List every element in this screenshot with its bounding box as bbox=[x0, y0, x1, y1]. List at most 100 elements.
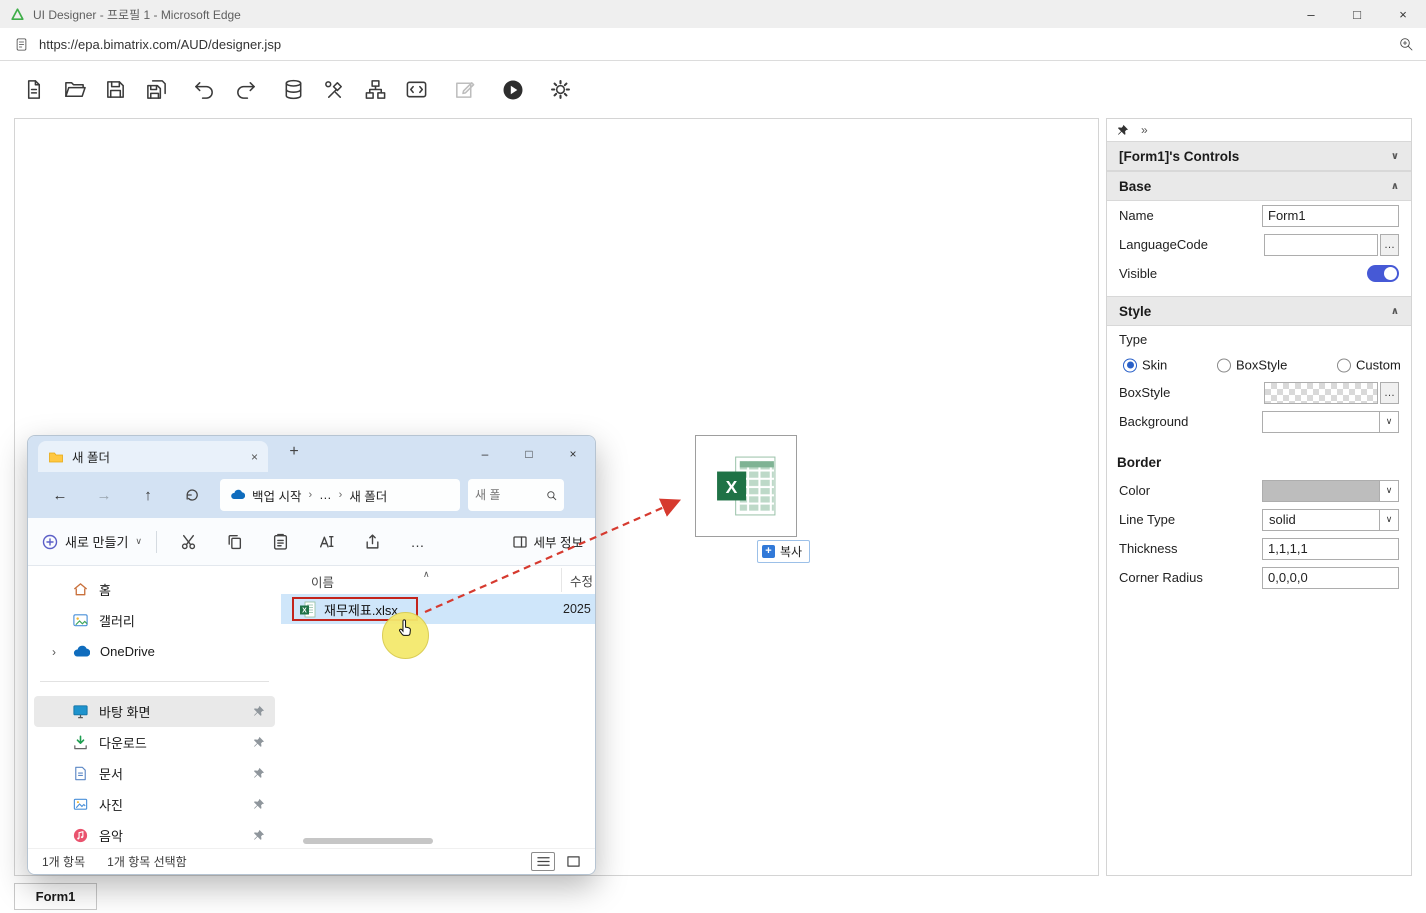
radio-custom[interactable]: Custom bbox=[1337, 358, 1401, 373]
page-info-icon[interactable] bbox=[14, 37, 29, 52]
radio-boxstyle-circle[interactable] bbox=[1217, 358, 1231, 372]
pin-icon[interactable] bbox=[252, 705, 265, 718]
name-input[interactable] bbox=[1262, 205, 1399, 227]
chevron-down-icon[interactable]: ∨ bbox=[1379, 481, 1398, 501]
collapse-panel-icon[interactable]: » bbox=[1141, 123, 1148, 137]
breadcrumb-ellipsis[interactable]: … bbox=[319, 488, 332, 502]
scrollbar-thumb[interactable] bbox=[303, 838, 433, 844]
save-icon[interactable] bbox=[102, 76, 129, 103]
url-text[interactable]: https://epa.bimatrix.com/AUD/designer.js… bbox=[39, 37, 281, 52]
column-modified[interactable]: 수정 bbox=[561, 568, 593, 592]
excel-x-glyph: X bbox=[726, 477, 738, 497]
minimize-button[interactable]: – bbox=[463, 436, 507, 472]
divider bbox=[156, 531, 157, 553]
app-logo-icon bbox=[10, 7, 25, 22]
controls-header[interactable]: [Form1]'s Controls ∨ bbox=[1107, 141, 1411, 171]
pin-icon[interactable] bbox=[252, 798, 265, 811]
radio-skin-circle[interactable] bbox=[1123, 358, 1137, 372]
minimize-button[interactable]: – bbox=[1288, 0, 1334, 28]
chevron-right-icon[interactable]: › bbox=[52, 645, 56, 659]
radio-boxstyle[interactable]: BoxStyle bbox=[1217, 358, 1287, 373]
open-folder-icon[interactable] bbox=[61, 76, 88, 103]
undo-icon[interactable] bbox=[191, 76, 218, 103]
sidebar-item-music[interactable]: 음악 bbox=[34, 820, 275, 851]
new-tab-button[interactable]: + bbox=[282, 443, 306, 461]
boxstyle-swatch[interactable] bbox=[1264, 382, 1378, 404]
boxstyle-browse-button[interactable]: … bbox=[1380, 382, 1399, 404]
details-view-icon[interactable] bbox=[531, 852, 555, 871]
zoom-icon[interactable] bbox=[1398, 36, 1414, 52]
languagecode-browse-button[interactable]: … bbox=[1380, 234, 1399, 256]
form-tab[interactable]: Form1 bbox=[14, 883, 97, 910]
chevron-down-icon[interactable]: ∨ bbox=[1379, 510, 1398, 530]
breadcrumb[interactable]: 백업 시작 › … › 새 폴더 bbox=[220, 479, 460, 511]
explorer-commandbar: 새로 만들기 ∨ … 세부 정보 bbox=[28, 518, 595, 566]
column-name[interactable]: 이름 bbox=[311, 572, 334, 591]
back-icon[interactable]: ← bbox=[38, 487, 82, 504]
breadcrumb-current[interactable]: 새 폴더 bbox=[349, 486, 387, 505]
visible-toggle[interactable] bbox=[1367, 265, 1399, 282]
thickness-input[interactable] bbox=[1262, 538, 1399, 560]
browser-titlebar: UI Designer - 프로필 1 - Microsoft Edge – □… bbox=[0, 0, 1426, 28]
section-base[interactable]: Base ∧ bbox=[1107, 171, 1411, 201]
maximize-button[interactable]: □ bbox=[507, 436, 551, 472]
database-icon[interactable] bbox=[280, 76, 307, 103]
copy-icon[interactable] bbox=[211, 533, 257, 550]
sidebar-item-pictures[interactable]: 사진 bbox=[34, 789, 275, 820]
line-type-select[interactable]: solid ∨ bbox=[1262, 509, 1399, 531]
redo-icon[interactable] bbox=[232, 76, 259, 103]
sidebar-item-home[interactable]: 홈 bbox=[34, 574, 275, 605]
chevron-down-icon: ∨ bbox=[1391, 151, 1399, 162]
sitemap-icon[interactable] bbox=[362, 76, 389, 103]
radio-custom-circle[interactable] bbox=[1337, 358, 1351, 372]
tools-icon[interactable] bbox=[321, 76, 348, 103]
languagecode-input[interactable] bbox=[1264, 234, 1378, 256]
rename-icon[interactable] bbox=[303, 533, 349, 550]
sidebar-item-documents[interactable]: 문서 bbox=[34, 758, 275, 789]
item-count: 1개 항목 bbox=[42, 853, 85, 870]
section-style[interactable]: Style ∧ bbox=[1107, 296, 1411, 326]
close-button[interactable]: × bbox=[551, 436, 595, 472]
pin-panel-icon[interactable] bbox=[1116, 124, 1129, 137]
cut-icon[interactable] bbox=[165, 533, 211, 550]
pin-icon[interactable] bbox=[252, 767, 265, 780]
border-color-dropdown[interactable]: ∨ bbox=[1262, 480, 1399, 502]
file-row[interactable]: X 재무제표.xlsx 2025 bbox=[281, 594, 595, 624]
tab-close-icon[interactable]: × bbox=[251, 450, 258, 464]
close-button[interactable]: × bbox=[1380, 0, 1426, 28]
breadcrumb-backup[interactable]: 백업 시작 bbox=[252, 486, 301, 505]
row-thickness: Thickness bbox=[1107, 534, 1411, 563]
details-button[interactable]: 세부 정보 bbox=[512, 532, 583, 551]
new-document-icon[interactable] bbox=[20, 76, 47, 103]
up-icon[interactable]: ↑ bbox=[126, 487, 170, 504]
horizontal-scrollbar[interactable] bbox=[289, 837, 587, 845]
refresh-icon[interactable] bbox=[170, 487, 214, 503]
save-all-icon[interactable] bbox=[143, 76, 170, 103]
explorer-tab[interactable]: 새 폴더 × bbox=[38, 441, 268, 472]
radio-skin[interactable]: Skin bbox=[1123, 358, 1167, 373]
sidebar-item-gallery[interactable]: 갤러리 bbox=[34, 605, 275, 636]
share-icon[interactable] bbox=[349, 533, 395, 550]
chevron-down-icon[interactable]: ∨ bbox=[1379, 412, 1398, 432]
pin-icon[interactable] bbox=[252, 736, 265, 749]
folder-icon bbox=[48, 449, 64, 465]
pin-icon[interactable] bbox=[252, 829, 265, 842]
search-input[interactable] bbox=[475, 488, 546, 502]
background-dropdown[interactable]: ∨ bbox=[1262, 411, 1399, 433]
run-icon[interactable] bbox=[499, 76, 526, 103]
maximize-button[interactable]: □ bbox=[1334, 0, 1380, 28]
more-options-icon[interactable]: … bbox=[395, 534, 441, 550]
sidebar-item-desktop[interactable]: 바탕 화면 bbox=[34, 696, 275, 727]
explorer-search[interactable] bbox=[468, 479, 564, 511]
sidebar-item-downloads[interactable]: 다운로드 bbox=[34, 727, 275, 758]
background-label: Background bbox=[1119, 414, 1188, 429]
sidebar-item-onedrive[interactable]: › OneDrive bbox=[34, 636, 275, 667]
file-explorer-window: 새 폴더 × + – □ × ← → ↑ 백업 시작 › bbox=[27, 435, 596, 875]
paste-icon[interactable] bbox=[257, 533, 303, 550]
settings-gear-icon[interactable] bbox=[547, 76, 574, 103]
new-item-button[interactable]: 새로 만들기 ∨ bbox=[42, 532, 142, 551]
corner-radius-input[interactable] bbox=[1262, 567, 1399, 589]
thumbnail-view-icon[interactable] bbox=[561, 852, 585, 871]
code-icon[interactable] bbox=[403, 76, 430, 103]
dropped-excel-file[interactable]: X bbox=[695, 435, 797, 537]
